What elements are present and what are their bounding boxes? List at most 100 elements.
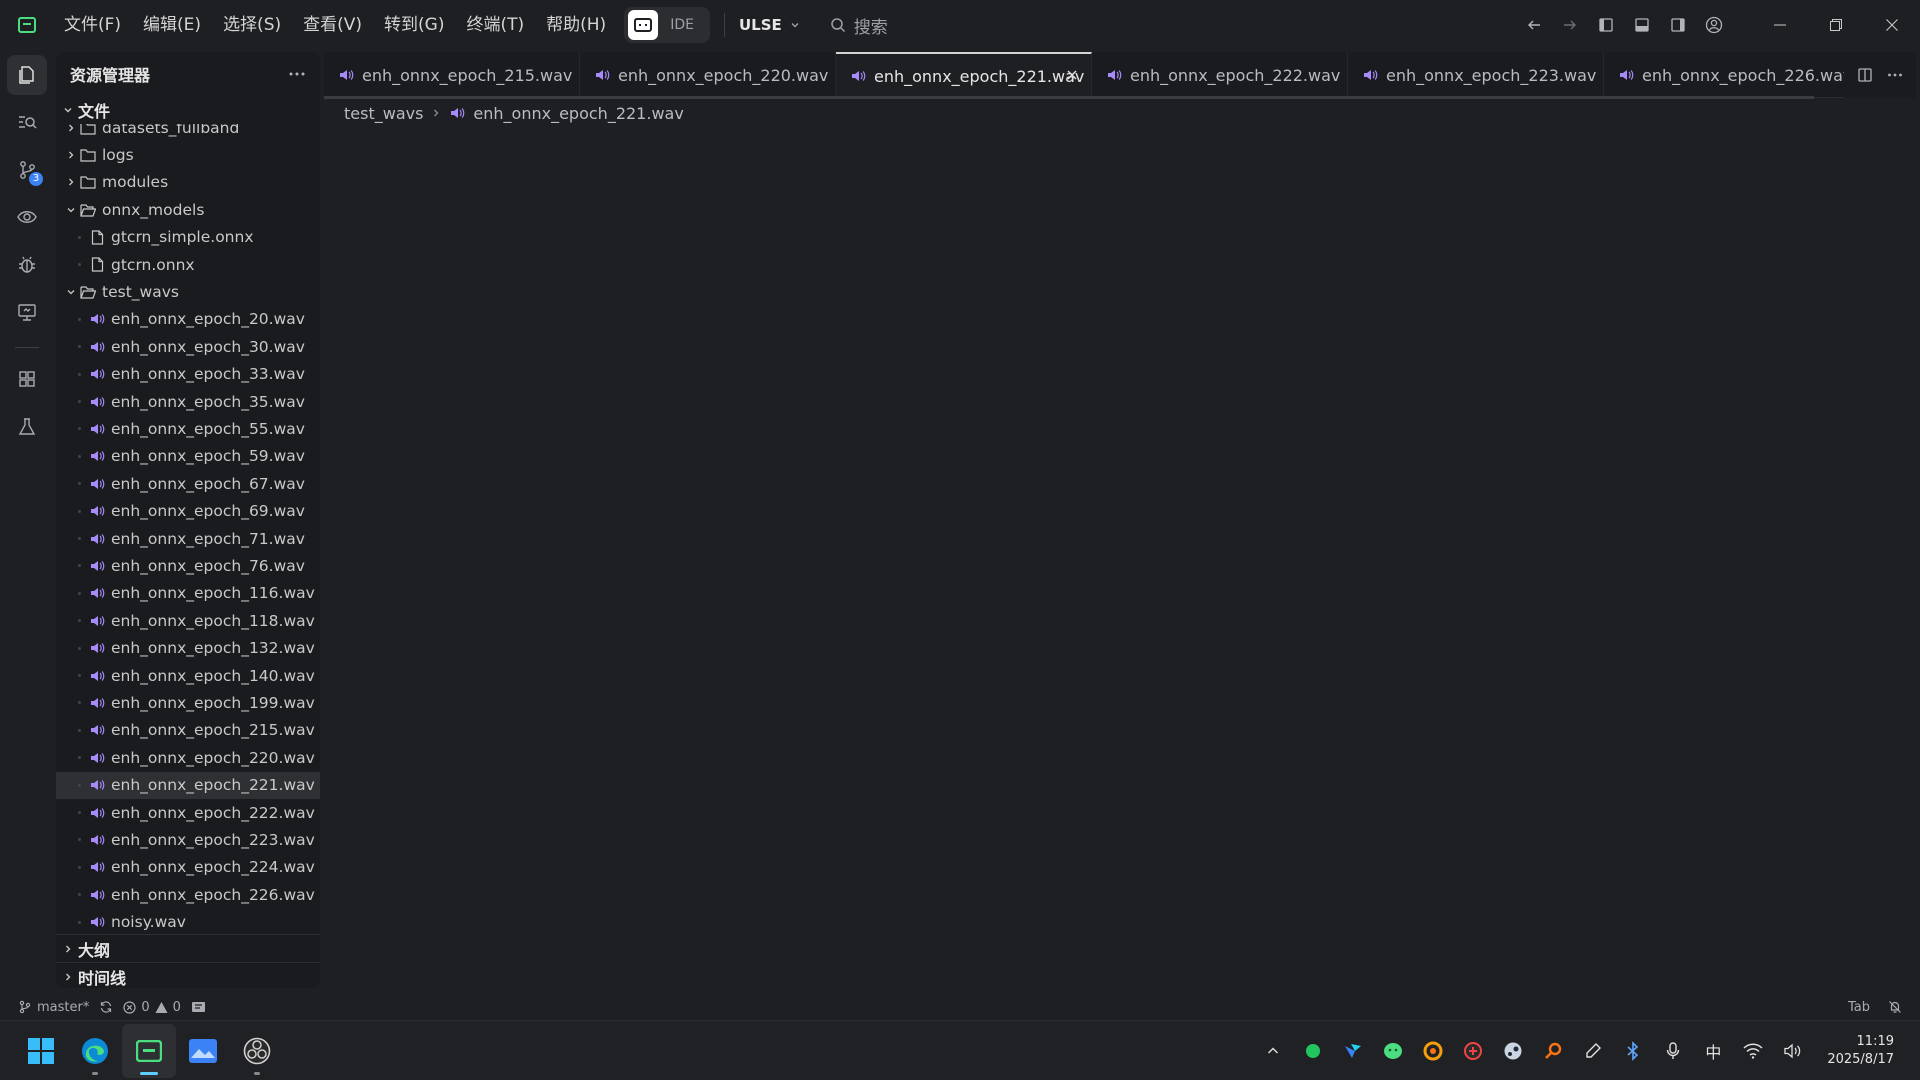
- tree-folder[interactable]: modules: [56, 169, 320, 196]
- wechat-icon[interactable]: [1377, 1035, 1409, 1067]
- tree-file[interactable]: enh_onnx_epoch_71.wav: [56, 525, 320, 552]
- menu-help[interactable]: 帮助(H): [536, 8, 616, 42]
- menu-terminal[interactable]: 终端(T): [456, 8, 534, 42]
- tree-file[interactable]: enh_onnx_epoch_220.wav: [56, 744, 320, 771]
- close-window-icon[interactable]: [1864, 0, 1920, 50]
- input-method[interactable]: 中: [1697, 1035, 1729, 1067]
- obs-studio-icon[interactable]: [230, 1024, 284, 1078]
- tree-file[interactable]: noisy.wav: [56, 909, 320, 936]
- outline-section-header[interactable]: 大纲: [56, 935, 320, 963]
- menu-edit[interactable]: 编辑(E): [133, 8, 211, 42]
- account-icon[interactable]: [1696, 7, 1732, 43]
- tree-file[interactable]: enh_onnx_epoch_226.wav: [56, 881, 320, 908]
- tree-folder[interactable]: onnx_models: [56, 196, 320, 223]
- image-app-icon[interactable]: [176, 1024, 230, 1078]
- tree-file[interactable]: enh_onnx_epoch_222.wav: [56, 799, 320, 826]
- timeline-section-header[interactable]: 时间线: [56, 963, 320, 988]
- command-search-box[interactable]: 搜索: [830, 8, 1330, 42]
- windows-start-icon[interactable]: [14, 1024, 68, 1078]
- tree-file[interactable]: enh_onnx_epoch_59.wav: [56, 443, 320, 470]
- tab-scrollbar[interactable]: [324, 96, 1814, 99]
- tree-file[interactable]: enh_onnx_epoch_132.wav: [56, 635, 320, 662]
- tree-file[interactable]: enh_onnx_epoch_140.wav: [56, 662, 320, 689]
- search-panel-icon[interactable]: [7, 102, 47, 142]
- split-editor-icon[interactable]: [1857, 67, 1873, 83]
- green-status-icon[interactable]: [1297, 1035, 1329, 1067]
- tree-file[interactable]: enh_onnx_epoch_20.wav: [56, 306, 320, 333]
- testing-flask-icon[interactable]: [7, 407, 47, 447]
- tree-file[interactable]: enh_onnx_epoch_30.wav: [56, 333, 320, 360]
- restore-window-icon[interactable]: [1808, 0, 1864, 50]
- tree-file[interactable]: enh_onnx_epoch_76.wav: [56, 552, 320, 579]
- red-app-icon[interactable]: [1457, 1035, 1489, 1067]
- notifications-off-icon[interactable]: [1888, 1000, 1902, 1014]
- orange-app-icon[interactable]: [1417, 1035, 1449, 1067]
- tree-file[interactable]: enh_onnx_epoch_118.wav: [56, 607, 320, 634]
- sync-icon[interactable]: [99, 1000, 113, 1014]
- pen-tablet-icon[interactable]: [1577, 1035, 1609, 1067]
- more-actions-icon[interactable]: [288, 71, 306, 77]
- editor-tab[interactable]: enh_onnx_epoch_222.wav: [1092, 52, 1348, 98]
- debug-bug-icon[interactable]: [7, 245, 47, 285]
- toggle-panel-icon[interactable]: [1624, 7, 1660, 43]
- menu-selection[interactable]: 选择(S): [213, 8, 291, 42]
- tree-file[interactable]: enh_onnx_epoch_67.wav: [56, 470, 320, 497]
- problems-status[interactable]: 0 0: [123, 1000, 181, 1015]
- source-control-icon[interactable]: 3: [7, 150, 47, 190]
- tree-file[interactable]: enh_onnx_epoch_116.wav: [56, 580, 320, 607]
- preview-eye-icon[interactable]: [7, 197, 47, 237]
- chevron-up-icon[interactable]: [1257, 1035, 1289, 1067]
- breadcrumb-folder[interactable]: test_wavs: [344, 104, 423, 123]
- files-section-header[interactable]: 文件: [56, 96, 320, 124]
- minimize-window-icon[interactable]: [1752, 0, 1808, 50]
- editor-tab[interactable]: enh_onnx_epoch_220.wav: [580, 52, 836, 98]
- tree-file[interactable]: enh_onnx_epoch_221.wav: [56, 771, 320, 799]
- tree-folder[interactable]: datasets_fullband: [56, 124, 320, 141]
- tree-file[interactable]: enh_onnx_epoch_55.wav: [56, 415, 320, 442]
- editor-content[interactable]: [324, 130, 1916, 988]
- extensions-icon[interactable]: [7, 359, 47, 399]
- explorer-icon[interactable]: [7, 55, 47, 95]
- more-actions-icon[interactable]: [1887, 72, 1903, 78]
- forward-arrow-icon[interactable]: [1552, 7, 1588, 43]
- editor-tab-active[interactable]: enh_onnx_epoch_221.wav: [836, 52, 1092, 98]
- menu-goto[interactable]: 转到(G): [374, 8, 454, 42]
- tree-file[interactable]: enh_onnx_epoch_33.wav: [56, 361, 320, 388]
- tree-file[interactable]: enh_onnx_epoch_35.wav: [56, 388, 320, 415]
- feishu-icon[interactable]: [1337, 1035, 1369, 1067]
- ide-app-icon[interactable]: [122, 1023, 176, 1078]
- editor-tab[interactable]: enh_onnx_epoch_226.wav: [1604, 52, 1860, 98]
- project-switcher[interactable]: ULSE: [739, 16, 800, 34]
- toggle-secondary-sidebar-icon[interactable]: [1660, 7, 1696, 43]
- menu-file[interactable]: 文件(F): [54, 8, 131, 42]
- chat-mode-icon[interactable]: [628, 10, 659, 40]
- tree-file[interactable]: gtcrn_simple.onnx: [56, 224, 320, 251]
- search-tool-icon[interactable]: [1537, 1035, 1569, 1067]
- ide-mode-switch[interactable]: IDE: [624, 7, 710, 43]
- tree-file[interactable]: enh_onnx_epoch_215.wav: [56, 717, 320, 744]
- steam-icon[interactable]: [1497, 1035, 1529, 1067]
- menu-view[interactable]: 查看(V): [293, 8, 372, 42]
- tree-file[interactable]: enh_onnx_epoch_69.wav: [56, 498, 320, 525]
- terminal-status-icon[interactable]: [191, 1001, 206, 1013]
- volume-icon[interactable]: [1777, 1035, 1809, 1067]
- system-clock[interactable]: 11:19 2025/8/17: [1817, 1033, 1910, 1069]
- ide-mode-label[interactable]: IDE: [658, 17, 706, 33]
- tree-folder[interactable]: test_wavs: [56, 278, 320, 305]
- tree-file[interactable]: gtcrn.onnx: [56, 251, 320, 278]
- back-arrow-icon[interactable]: [1516, 7, 1552, 43]
- edge-browser-icon[interactable]: [68, 1024, 122, 1078]
- remote-explorer-icon[interactable]: [7, 292, 47, 332]
- tree-file[interactable]: enh_onnx_epoch_199.wav: [56, 689, 320, 716]
- tree-folder[interactable]: logs: [56, 141, 320, 168]
- tree-file[interactable]: enh_onnx_epoch_224.wav: [56, 854, 320, 881]
- bluetooth-icon[interactable]: [1617, 1035, 1649, 1067]
- editor-tab[interactable]: enh_onnx_epoch_223.wav: [1348, 52, 1604, 98]
- close-icon[interactable]: [1065, 68, 1079, 82]
- wifi-icon[interactable]: [1737, 1035, 1769, 1067]
- breadcrumb-file[interactable]: enh_onnx_epoch_221.wav: [473, 104, 683, 123]
- toggle-primary-sidebar-icon[interactable]: [1588, 7, 1624, 43]
- tree-file[interactable]: enh_onnx_epoch_223.wav: [56, 826, 320, 853]
- indent-mode[interactable]: Tab: [1848, 1000, 1870, 1015]
- editor-tab[interactable]: enh_onnx_epoch_215.wav: [324, 52, 580, 98]
